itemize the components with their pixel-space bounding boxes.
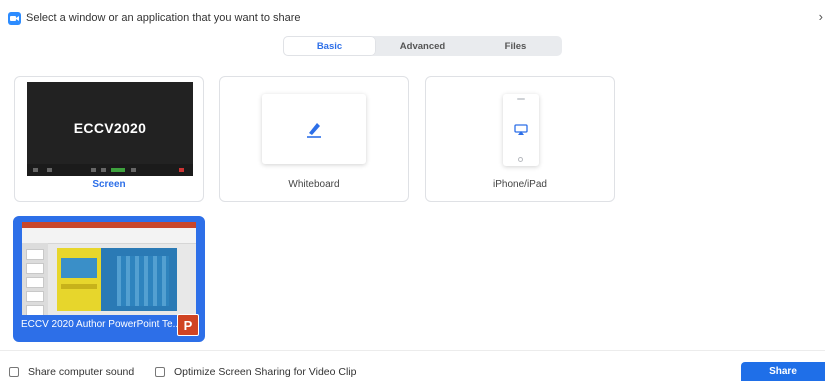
powerpoint-thumbnail [22, 222, 196, 315]
screen-label: Screen [92, 179, 126, 190]
tab-files[interactable]: Files [469, 36, 562, 56]
phone-icon [503, 94, 539, 166]
dialog-title: Select a window or an application that y… [26, 12, 301, 24]
whiteboard-label: Whiteboard [288, 179, 340, 190]
tab-bar: Basic Advanced Files [283, 36, 562, 56]
optimize-video-option[interactable]: Optimize Screen Sharing for Video Clip [155, 366, 356, 378]
share-sound-checkbox[interactable] [9, 367, 19, 377]
powerpoint-window-label: ECCV 2020 Author PowerPoint Te... [21, 319, 181, 330]
share-option-powerpoint-window[interactable]: ECCV 2020 Author PowerPoint Te... P [13, 216, 205, 342]
footer-divider [0, 350, 825, 351]
share-option-screen[interactable]: ECCV2020 Screen [14, 76, 204, 202]
share-option-iphone-ipad[interactable]: iPhone/iPad [425, 76, 615, 202]
tab-basic[interactable]: Basic [283, 36, 376, 56]
dialog-header: Select a window or an application that y… [8, 10, 301, 26]
share-button[interactable]: Share [741, 362, 825, 381]
share-option-whiteboard[interactable]: Whiteboard [219, 76, 409, 202]
airplay-icon [514, 124, 528, 135]
optimize-video-checkbox[interactable] [155, 367, 165, 377]
pen-icon [307, 123, 321, 138]
zoom-app-icon [8, 11, 21, 25]
iphone-ipad-label: iPhone/iPad [493, 179, 547, 190]
close-icon[interactable]: › [819, 9, 823, 25]
screen-thumbnail-text: ECCV2020 [73, 120, 147, 136]
screen-taskbar [27, 164, 193, 176]
screen-thumbnail: ECCV2020 [27, 82, 193, 176]
optimize-video-label: Optimize Screen Sharing for Video Clip [174, 366, 357, 378]
tab-advanced[interactable]: Advanced [376, 36, 469, 56]
share-sound-label: Share computer sound [28, 366, 135, 378]
powerpoint-icon: P [177, 314, 199, 336]
share-sound-option[interactable]: Share computer sound [9, 366, 134, 378]
whiteboard-preview [262, 94, 366, 164]
